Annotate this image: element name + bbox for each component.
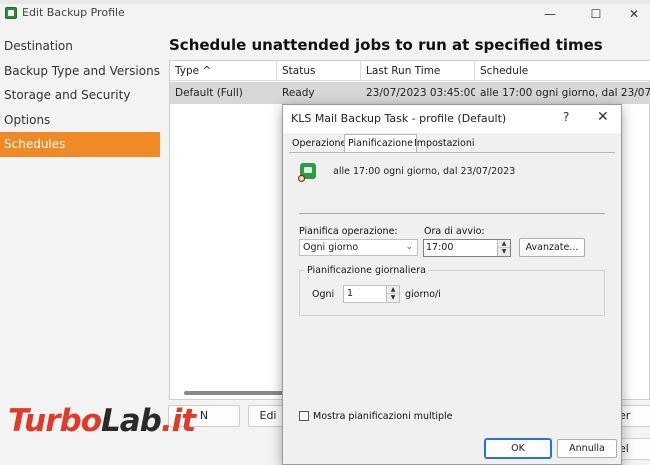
watermark-part-3: .it [160, 403, 196, 439]
ok-button[interactable]: OK [484, 438, 552, 459]
giorno-label: giorno/i [405, 289, 441, 300]
column-header-status[interactable]: Status [277, 61, 361, 81]
cell-type: Default (Full) [175, 87, 243, 99]
sidebar-item-schedules[interactable]: Schedules [0, 132, 160, 157]
ogni-label: Ogni [312, 289, 335, 300]
interval-stepper[interactable]: 1 ▲ ▼ [343, 285, 400, 303]
tab-operazione[interactable]: Operazione [289, 136, 349, 152]
daily-schedule-title: Pianificazione giornaliera [305, 265, 428, 276]
cell-schedule: alle 17:00 ogni giorno, dal 23/07/2023 [480, 87, 650, 99]
ora-label: Ora di avvio: [424, 226, 485, 237]
dialog-title: KLS Mail Backup Task - profile (Default) [291, 112, 507, 125]
sidebar-item-backup-type[interactable]: Backup Type and Versions [0, 59, 160, 84]
interval-down-icon[interactable]: ▼ [387, 294, 399, 302]
schedule-summary: alle 17:00 ogni giorno, dal 23/07/2023 [333, 166, 516, 177]
table-row[interactable]: Default (Full) Ready 23/07/2023 03:45:00… [170, 82, 650, 104]
chevron-down-icon: ⌄ [405, 242, 413, 252]
multiple-schedules-checkbox[interactable] [299, 411, 309, 421]
table-header: Type ^ Status Last Run Time Schedule [170, 61, 650, 81]
sidebar-nav: Destination Backup Type and Versions Sto… [0, 34, 160, 157]
multiple-schedules-label[interactable]: Mostra pianificazioni multiple [313, 411, 453, 422]
close-button[interactable]: ✕ [614, 3, 650, 25]
interval-value: 1 [347, 288, 354, 299]
spin-up-icon[interactable]: ▲ [498, 240, 510, 248]
sidebar-item-destination[interactable]: Destination [0, 34, 160, 59]
sidebar-item-storage-security[interactable]: Storage and Security [0, 83, 160, 108]
page-title: Schedule unattended jobs to run at speci… [169, 36, 603, 54]
frequency-select[interactable]: Ogni giorno ⌄ [299, 239, 418, 256]
task-dialog: KLS Mail Backup Task - profile (Default)… [282, 104, 622, 465]
window-titlebar: Edit Backup Profile — ☐ ✕ [0, 0, 650, 28]
column-header-type[interactable]: Type ^ [170, 61, 277, 81]
tab-impostazioni[interactable]: Impostazioni [411, 136, 478, 152]
dialog-close-button[interactable]: ✕ [597, 109, 609, 125]
app-icon [5, 7, 17, 19]
tab-pianificazione[interactable]: Pianificazione [344, 134, 417, 152]
start-time-input[interactable]: 17:00 ▲ ▼ [423, 239, 511, 257]
minimize-button[interactable]: — [530, 3, 570, 25]
pianifica-label: Pianifica operazione: [299, 226, 398, 237]
help-button[interactable]: ? [563, 110, 569, 124]
sidebar-item-options[interactable]: Options [0, 108, 160, 133]
time-spinner[interactable]: ▲ ▼ [497, 240, 510, 256]
cell-last-run: 23/07/2023 03:45:00 [366, 87, 475, 99]
frequency-select-value: Ogni giorno [303, 242, 359, 253]
column-header-schedule[interactable]: Schedule [475, 61, 650, 81]
interval-spinner[interactable]: ▲ ▼ [386, 286, 399, 302]
start-time-value: 17:00 [426, 242, 454, 253]
spin-down-icon[interactable]: ▼ [498, 248, 510, 256]
watermark-part-1: Turbo [8, 403, 102, 439]
dialog-titlebar: KLS Mail Backup Task - profile (Default)… [283, 105, 621, 133]
advanced-button[interactable]: Avanzate... [519, 238, 585, 257]
annulla-button[interactable]: Annulla [557, 439, 617, 458]
divider [299, 213, 605, 214]
watermark-logo: TurboLab.it [8, 403, 196, 439]
window-title: Edit Backup Profile [22, 6, 125, 19]
interval-up-icon[interactable]: ▲ [387, 286, 399, 294]
clock-icon [298, 175, 305, 182]
column-header-last-run[interactable]: Last Run Time [361, 61, 475, 81]
maximize-button[interactable]: ☐ [576, 3, 616, 25]
cell-status: Ready [282, 87, 315, 99]
watermark-part-2: Lab [101, 403, 162, 439]
